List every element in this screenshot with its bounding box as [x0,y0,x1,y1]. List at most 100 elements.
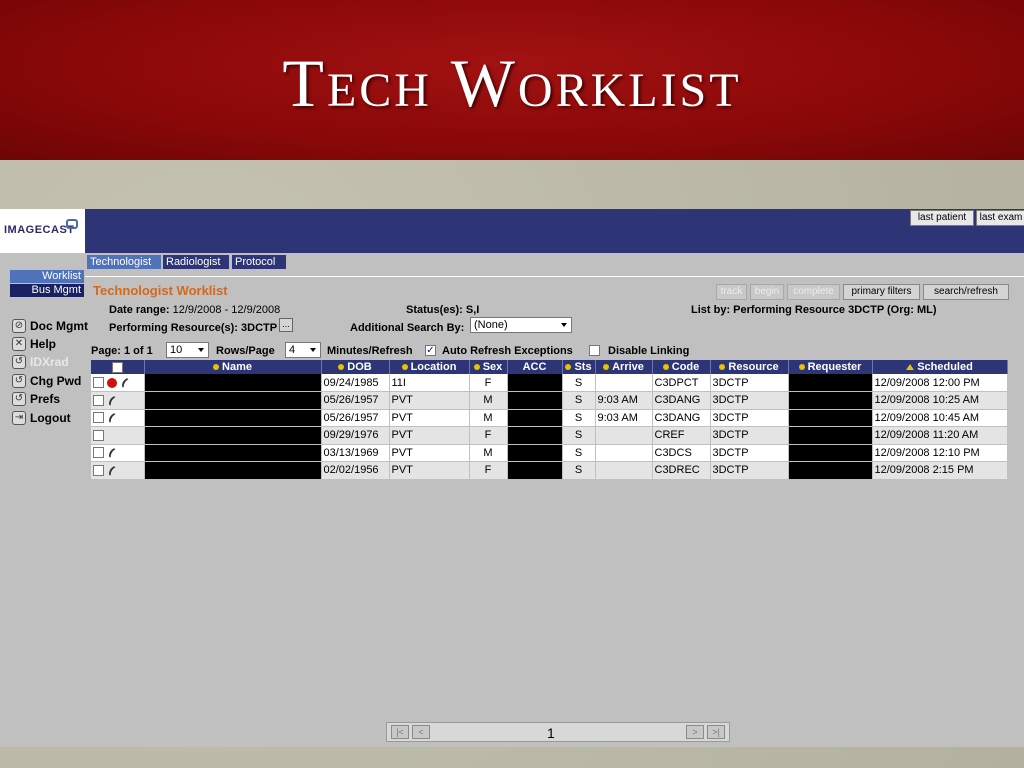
row-checkbox[interactable] [93,429,104,441]
cell-arrive [595,426,653,445]
column-label: Name [222,361,252,373]
sidebar-item-doc-mgmt[interactable]: ⊘ Doc Mgmt [12,317,88,333]
minutes-refresh-select[interactable]: 4 [285,342,321,358]
app-window: IMAGECAST last patient last exam Technol… [0,209,1024,747]
sidebar-item-worklist[interactable]: Worklist [10,270,84,283]
redacted-requester-cell [788,426,873,445]
sidebar-item-logout[interactable]: ⇥ Logout [12,409,71,425]
cell-code: C3DANG [652,409,711,427]
cell-scheduled: 12/09/2008 12:10 PM [872,444,1008,462]
attachment-icon[interactable]: ❪ [104,410,118,426]
row-checkbox[interactable] [93,394,104,406]
cell-arrive [595,461,653,480]
last-page-button[interactable]: >| [707,725,725,739]
additional-search-select[interactable]: (None) [470,317,572,333]
table-row[interactable]: ❪ 09/24/1985 11I F S C3DPCT 3DCTP 12/09/2008 12… [91,374,1008,392]
logo-icon [66,219,78,229]
table-row[interactable]: ❪ 05/26/1957 PVT M S 9:03 AM C3DANG 3DCTP 12/09/… [91,409,1008,427]
rows-per-page-select[interactable]: 10 [166,342,209,358]
alert-icon[interactable] [107,377,117,388]
complete-button[interactable]: complete [787,284,840,300]
redacted-requester-cell [788,461,873,480]
table-row[interactable]: ❪ 02/02/1956 PVT F S C3DREC 3DCTP 12/09/2008 2:… [91,461,1008,480]
cell-dob: 03/13/1969 [321,444,390,462]
sidebar-item-chg-pwd[interactable]: ↺ Chg Pwd [12,372,81,388]
redacted-requester-cell [788,444,873,462]
column-header-sex[interactable]: Sex [469,360,508,374]
cell-code: C3DCS [652,444,711,462]
cell-sex: M [469,391,508,410]
begin-button[interactable]: begin [750,284,784,300]
tab-technologist[interactable]: Technologist [87,255,161,269]
tab-protocol[interactable]: Protocol [232,255,286,269]
column-label: Scheduled [917,361,973,373]
sidebar-item-label: Logout [30,410,71,425]
list-by: List by: Performing Resource 3DCTP (Org:… [691,304,937,316]
column-header-location[interactable]: Location [389,360,470,374]
perf-resource-picker-button[interactable]: ... [279,318,293,332]
column-header-arrive[interactable]: Arrive [595,360,653,374]
primary-filters-button[interactable]: primary filters [843,284,920,300]
cell-arrive: 9:03 AM [595,409,653,427]
attachment-icon[interactable]: ❪ [104,462,118,478]
row-checkbox[interactable] [93,447,104,459]
current-page-number: 1 [547,725,555,741]
next-page-button[interactable]: > [686,725,704,739]
chevron-down-icon [310,348,316,352]
cell-location: PVT [389,426,470,445]
attachment-icon[interactable]: ❪ [104,445,118,461]
row-checkbox[interactable] [93,464,104,476]
column-header-scheduled[interactable]: Scheduled [872,360,1008,374]
redacted-name-cell [144,391,322,410]
prev-page-button[interactable]: < [412,725,430,739]
last-patient-button[interactable]: last patient [910,210,974,226]
column-header-sts[interactable]: Sts [562,360,596,374]
row-checkbox[interactable] [93,377,104,388]
doc-icon: ⊘ [12,318,26,333]
tab-radiologist[interactable]: Radiologist [163,255,229,269]
rows-per-page-label: Rows/Page [216,345,275,357]
disable-linking-checkbox[interactable] [589,345,600,356]
select-all-header[interactable] [91,360,145,374]
sidebar-item-bus-mgmt[interactable]: Bus Mgmt [10,284,84,297]
table-header-row: Name DOB Location Sex ACC Sts Arrive Cod… [91,360,1008,374]
sidebar-item-prefs[interactable]: ↺ Prefs [12,390,60,406]
row-checkbox[interactable] [93,412,104,424]
sort-dot-icon [401,364,408,371]
column-header-code[interactable]: Code [652,360,711,374]
column-header-dob[interactable]: DOB [321,360,390,374]
cell-scheduled: 12/09/2008 10:25 AM [872,391,1008,410]
track-button[interactable]: track [716,284,747,300]
table-row[interactable]: ❪ 03/13/1969 PVT M S C3DCS 3DCTP 12/09/2008 12:… [91,444,1008,462]
table-row[interactable]: 09/29/1976 PVT F S CREF 3DCTP 12/09/2008 11:20… [91,426,1008,445]
column-header-acc[interactable]: ACC [507,360,563,374]
column-header-name[interactable]: Name [144,360,322,374]
select-all-checkbox[interactable] [111,361,123,373]
help-icon: ✕ [12,336,26,351]
cell-resource: 3DCTP [710,426,789,445]
date-range-label: Date range: [109,304,170,316]
sort-dot-icon [338,364,345,371]
column-header-resource[interactable]: Resource [710,360,789,374]
search-refresh-button[interactable]: search/refresh [923,284,1009,300]
sort-ascending-icon [906,364,915,371]
sidebar-item-label: Help [30,336,57,351]
cell-arrive [595,374,653,392]
first-page-button[interactable]: |< [391,725,409,739]
auto-refresh-checkbox[interactable]: ✓ [425,345,436,356]
cell-sex: M [469,444,508,462]
column-header-requester[interactable]: Requester [788,360,873,374]
cell-sts: S [562,426,596,445]
redacted-name-cell [144,374,322,392]
sidebar-item-help[interactable]: ✕ Help [12,335,56,351]
column-label: Sts [574,361,592,373]
cell-code: C3DREC [652,461,711,480]
last-exam-button[interactable]: last exam [976,210,1024,226]
sidebar-item-idxrad[interactable]: ↺ IDXrad [12,353,69,369]
table-row[interactable]: ❪ 05/26/1957 PVT M S 9:03 AM C3DANG 3DCTP 12/09/… [91,391,1008,410]
cell-code: C3DANG [652,391,711,410]
redacted-acc-cell [507,444,563,462]
redacted-name-cell [144,461,322,480]
attachment-icon[interactable]: ❪ [117,375,131,390]
attachment-icon[interactable]: ❪ [104,392,118,408]
